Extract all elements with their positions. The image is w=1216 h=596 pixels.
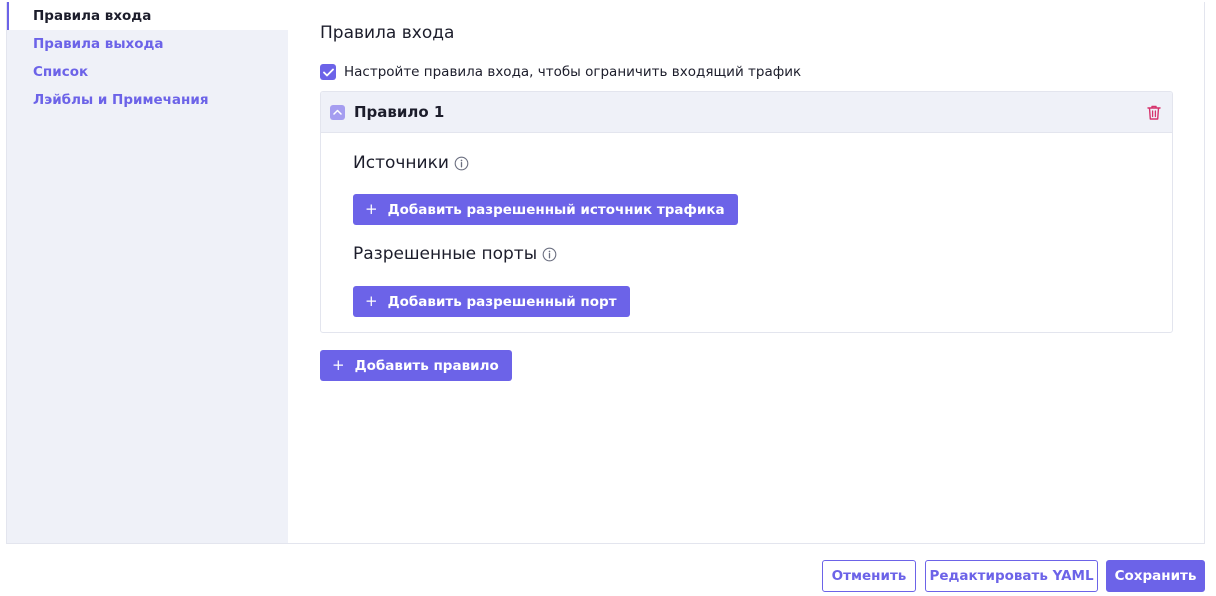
- form-frame: Правила входа Правила выхода Список Лэйб…: [6, 2, 1205, 544]
- add-rule-button[interactable]: + Добавить правило: [320, 350, 512, 381]
- main-content: Правила входа Настройте правила входа, ч…: [320, 2, 1173, 543]
- edit-yaml-button[interactable]: Редактировать YAML: [925, 560, 1098, 592]
- sidebar-item-labels-annotations[interactable]: Лэйблы и Примечания: [7, 86, 288, 114]
- ports-section-title: Разрешенные порты: [353, 244, 557, 264]
- sources-section-title: Источники: [353, 153, 469, 173]
- sidebar-item-ingress-rules[interactable]: Правила входа: [7, 2, 288, 30]
- plus-icon: +: [365, 200, 378, 218]
- save-button[interactable]: Сохранить: [1106, 560, 1205, 592]
- ingress-checkbox[interactable]: [320, 64, 336, 80]
- sidebar-item-egress-rules[interactable]: Правила выхода: [7, 30, 288, 58]
- info-icon[interactable]: [454, 156, 469, 171]
- sidebar: Правила входа Правила выхода Список Лэйб…: [7, 2, 288, 543]
- delete-rule-button[interactable]: [1146, 104, 1162, 121]
- page-title: Правила входа: [320, 23, 455, 43]
- check-icon: [322, 68, 334, 76]
- rule-header: Правило 1: [321, 92, 1172, 133]
- plus-icon: +: [332, 356, 345, 374]
- sources-title-text: Источники: [353, 153, 449, 173]
- add-rule-label: Добавить правило: [354, 357, 499, 374]
- rule-title: Правило 1: [354, 103, 445, 121]
- plus-icon: +: [365, 292, 378, 310]
- add-allowed-port-button[interactable]: + Добавить разрешенный порт: [353, 286, 630, 317]
- ingress-checkbox-row[interactable]: Настройте правила входа, чтобы ограничит…: [320, 64, 801, 80]
- ingress-checkbox-label: Настройте правила входа, чтобы ограничит…: [344, 64, 802, 80]
- ports-title-text: Разрешенные порты: [353, 244, 538, 264]
- info-icon[interactable]: [542, 247, 557, 262]
- add-allowed-port-label: Добавить разрешенный порт: [387, 293, 617, 310]
- add-traffic-source-button[interactable]: + Добавить разрешенный источник трафика: [353, 194, 738, 225]
- rule-collapse-button[interactable]: [330, 104, 345, 120]
- sidebar-item-list[interactable]: Список: [7, 58, 288, 86]
- cancel-button[interactable]: Отменить: [822, 560, 916, 592]
- rule-card: Правило 1 Источники + Добавить разрешенн…: [320, 91, 1173, 333]
- trash-icon: [1147, 105, 1161, 120]
- chevron-up-icon: [333, 109, 342, 115]
- add-traffic-source-label: Добавить разрешенный источник трафика: [387, 201, 725, 218]
